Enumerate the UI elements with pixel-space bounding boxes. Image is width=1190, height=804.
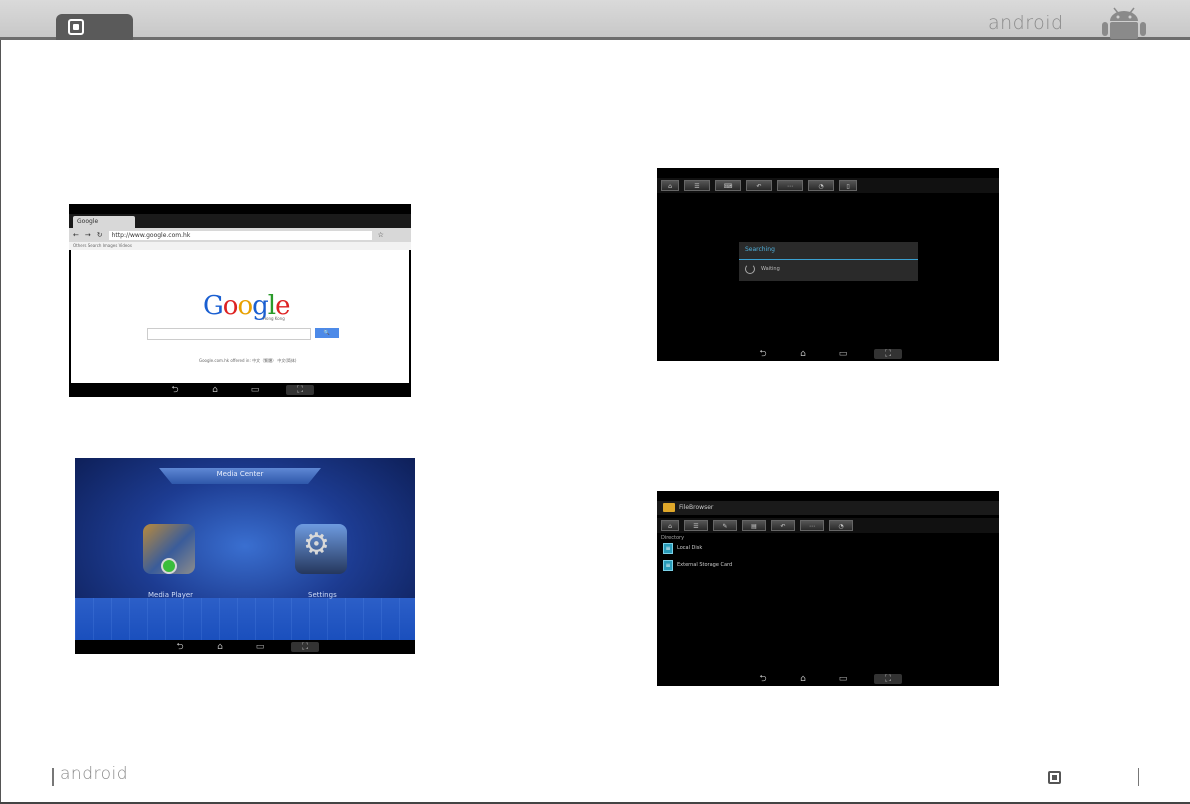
list-item: ≡ Local Disk <box>663 542 702 554</box>
back-icon: ⮌ <box>759 349 767 359</box>
recent-apps-icon: ▭ <box>838 674 848 684</box>
header-tab <box>56 14 133 40</box>
clock-icon: ◔ <box>829 520 853 531</box>
home-icon: ⌂ <box>800 674 806 684</box>
file-explorer-screenshot: FileBrowser ⌂ ☰ ✎ ▤ ↶ ⋯ ◔ Directory ≡ Lo… <box>657 491 999 686</box>
browser-screenshot: Google ← → ↻ http://www.google.com.hk ☆ … <box>69 204 411 397</box>
battery-icon: ▯ <box>839 180 857 191</box>
media-center-title: Media Center <box>216 470 264 478</box>
media-center-screenshot: Media Center ⚙ Media Player Settings ⮌ ⌂… <box>75 458 415 654</box>
list-item-label: Local Disk <box>677 545 703 551</box>
edit-icon: ✎ <box>713 520 737 531</box>
right-page: android ⌂ ☰ ⌨ ↶ ⋯ ◔ ▯ Searching Waiting … <box>595 0 1190 804</box>
undo-icon: ↶ <box>771 520 795 531</box>
forward-arrow-icon: → <box>84 231 91 239</box>
drive-icon: ≡ <box>663 542 673 554</box>
searching-screenshot: ⌂ ☰ ⌨ ↶ ⋯ ◔ ▯ Searching Waiting ⮌ ⌂ ▭ ⛶ <box>657 168 999 361</box>
file-toolbar: ⌂ ☰ ✎ ▤ ↶ ⋯ ◔ <box>657 518 999 533</box>
browser-tab: Google <box>73 216 135 228</box>
google-search-box <box>147 328 311 340</box>
home-button-icon: ⌂ <box>661 180 679 191</box>
reload-icon: ↻ <box>96 231 103 239</box>
footer-separator <box>52 768 54 786</box>
android-robot-icon <box>1102 7 1146 39</box>
grid-icon: ⋯ <box>800 520 824 531</box>
dialog-divider <box>739 259 918 260</box>
status-bar <box>69 204 411 214</box>
list-icon: ☰ <box>684 520 708 531</box>
dialog-message: Waiting <box>761 266 780 272</box>
status-bar <box>657 491 999 501</box>
browser-page: Google Hong Kong 🔍 Google.com.hk offered… <box>71 250 409 383</box>
footer-brand: android <box>60 764 129 784</box>
back-arrow-icon: ← <box>73 231 79 239</box>
nav-bar: ⮌ ⌂ ▭ ⛶ <box>69 383 411 397</box>
left-page: Google ← → ↻ http://www.google.com.hk ☆ … <box>0 0 595 804</box>
list-icon: ☰ <box>684 180 710 191</box>
status-bar <box>75 458 415 468</box>
grid-icon: ⋯ <box>777 180 803 191</box>
drive-icon: ≡ <box>663 559 673 571</box>
status-bar <box>657 168 999 178</box>
file-explorer-title: FileBrowser <box>679 504 714 511</box>
list-item-label: External Storage Card <box>677 562 733 568</box>
searching-dialog: Searching Waiting <box>739 242 918 281</box>
screenshot-icon: ⛶ <box>874 349 902 359</box>
media-player-tile <box>143 524 195 574</box>
gear-icon: ⚙ <box>303 527 330 562</box>
google-search-button: 🔍 <box>315 328 339 338</box>
screenshot-icon: ⛶ <box>874 674 902 684</box>
media-floor <box>75 598 415 640</box>
right-header: android <box>595 0 1190 40</box>
header-brand: android <box>988 12 1064 34</box>
browser-url-bar: ← → ↻ http://www.google.com.hk ☆ <box>69 228 411 242</box>
google-offer-text: Google.com.hk offered in: 中文（繁體） 中文(简体) <box>199 358 297 363</box>
browser-tab-strip: Google <box>69 214 411 228</box>
nav-bar: ⮌ ⌂ ▭ ⛶ <box>657 672 999 686</box>
home-icon: ⌂ <box>217 642 223 652</box>
settings-label: Settings <box>308 591 337 599</box>
recent-apps-icon: ▭ <box>838 349 848 359</box>
page-border <box>0 40 1 804</box>
back-icon: ⮌ <box>759 674 767 684</box>
home-button-icon: ⌂ <box>661 520 679 531</box>
undo-icon: ↶ <box>746 180 772 191</box>
screenshot-icon: ⛶ <box>291 642 319 652</box>
star-icon: ☆ <box>377 231 384 239</box>
dialog-title: Searching <box>745 246 775 253</box>
settings-tile: ⚙ <box>295 524 347 574</box>
footer-separator <box>1138 768 1139 786</box>
app-toolbar: ⌂ ☰ ⌨ ↶ ⋯ ◔ ▯ <box>657 178 999 193</box>
document-icon: ▤ <box>742 520 766 531</box>
home-icon: ⌂ <box>212 385 218 395</box>
folder-icon <box>663 503 675 512</box>
list-item: ≡ External Storage Card <box>663 559 732 571</box>
url-field: http://www.google.com.hk <box>108 230 372 240</box>
screenshot-icon: ⛶ <box>286 385 314 395</box>
keyboard-icon: ⌨ <box>715 180 741 191</box>
clock-icon: ◔ <box>808 180 834 191</box>
device-icon <box>68 19 84 35</box>
recent-apps-icon: ▭ <box>255 642 265 652</box>
recent-apps-icon: ▭ <box>250 385 260 395</box>
google-region: Hong Kong <box>263 316 285 321</box>
back-icon: ⮌ <box>176 642 184 652</box>
directory-label: Directory <box>661 535 685 541</box>
back-icon: ⮌ <box>171 385 179 395</box>
nav-bar: ⮌ ⌂ ▭ ⛶ <box>657 347 999 361</box>
media-player-label: Media Player <box>148 591 194 599</box>
nav-bar: ⮌ ⌂ ▭ ⛶ <box>75 640 415 654</box>
play-icon <box>161 558 177 574</box>
file-explorer-titlebar: FileBrowser <box>657 501 999 515</box>
browser-links-row: Others Search Images Videos <box>69 242 411 250</box>
home-icon: ⌂ <box>800 349 806 359</box>
spinner-icon <box>745 264 755 274</box>
device-icon <box>1048 771 1061 784</box>
left-header <box>0 0 595 40</box>
